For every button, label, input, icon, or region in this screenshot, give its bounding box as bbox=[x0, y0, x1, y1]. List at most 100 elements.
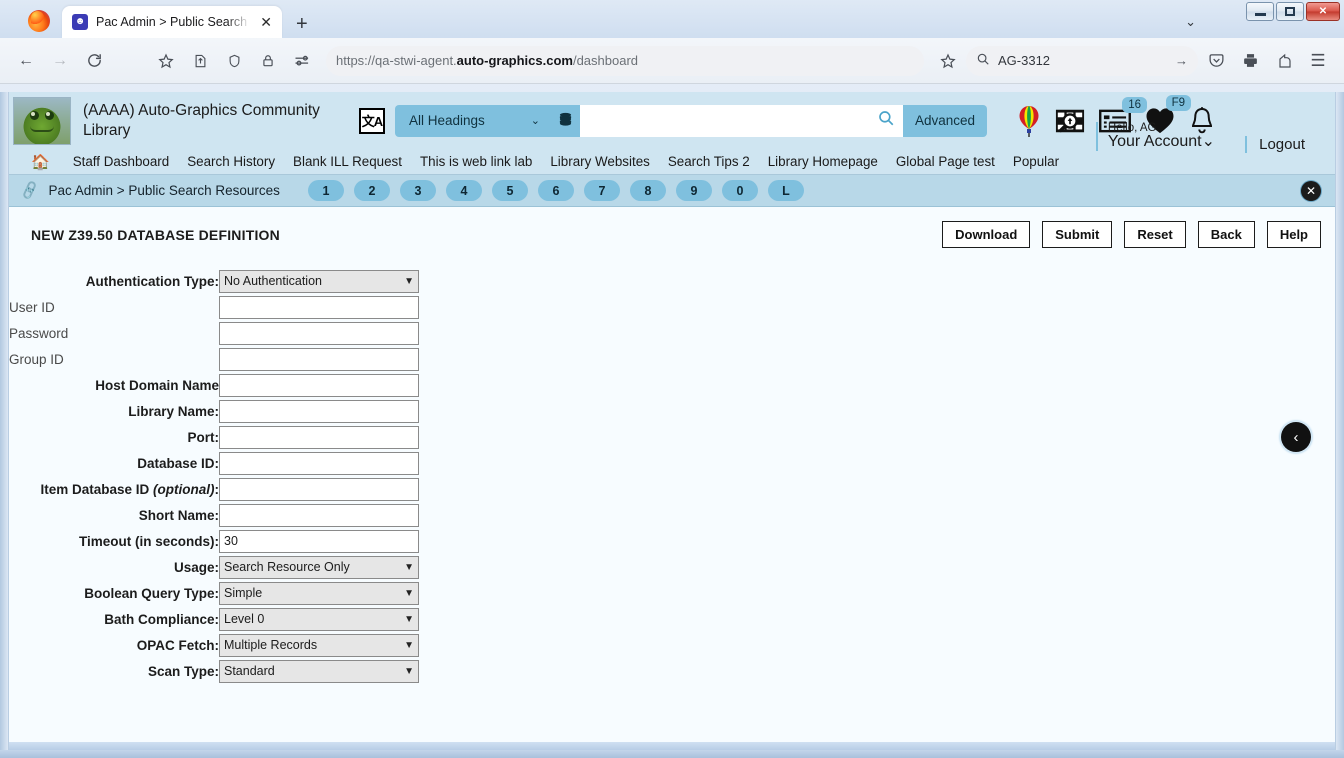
chevron-down-icon: ⌄ bbox=[530, 115, 541, 127]
lock-icon[interactable] bbox=[252, 46, 284, 76]
database-icon[interactable] bbox=[550, 104, 581, 137]
search-input[interactable] bbox=[580, 104, 904, 137]
window-maximize-button[interactable] bbox=[1276, 2, 1304, 21]
your-account-menu[interactable]: Hello, AG Your Account⌄ bbox=[1095, 122, 1215, 151]
new-tab-button[interactable]: + bbox=[296, 14, 308, 34]
page-pill-9[interactable]: 9 bbox=[675, 180, 712, 201]
print-icon[interactable] bbox=[1234, 46, 1266, 76]
page-pill-2[interactable]: 2 bbox=[353, 180, 390, 201]
item-database-id-input[interactable] bbox=[219, 477, 419, 501]
site-permissions-icon[interactable] bbox=[286, 46, 318, 76]
nav-item-search-tips-2[interactable]: Search Tips 2 bbox=[659, 154, 759, 169]
bath-compliance-select[interactable]: Level 0 ▼ bbox=[219, 607, 419, 631]
share-icon[interactable] bbox=[1268, 46, 1300, 76]
tab-favicon-icon: ☻ bbox=[72, 14, 88, 30]
form-row-group-id: Group ID bbox=[9, 346, 424, 372]
page-pill-1[interactable]: 1 bbox=[307, 180, 344, 201]
form-row-boolean-query-type: Boolean Query Type: Simple ▼ bbox=[9, 580, 424, 606]
reset-button[interactable]: Reset bbox=[1124, 221, 1186, 248]
boolean-query-type-select[interactable]: Simple ▼ bbox=[219, 581, 419, 605]
nav-item-library-homepage[interactable]: Library Homepage bbox=[759, 154, 887, 169]
search-magnifier-icon[interactable] bbox=[877, 109, 895, 132]
research-magnifier-icon[interactable] bbox=[1055, 106, 1085, 136]
nav-item-staff-dashboard[interactable]: Staff Dashboard bbox=[64, 154, 179, 169]
page-pill-5[interactable]: 5 bbox=[491, 180, 528, 201]
nav-item-web-link-lab[interactable]: This is web link lab bbox=[411, 154, 541, 169]
page-pill-0[interactable]: 0 bbox=[721, 180, 758, 201]
short-name-input[interactable] bbox=[219, 503, 419, 527]
library-logo-frog-image bbox=[13, 96, 71, 145]
chevron-down-icon: ▼ bbox=[404, 639, 414, 651]
forward-icon[interactable]: → bbox=[44, 46, 76, 76]
nav-item-popular[interactable]: Popular bbox=[1004, 154, 1068, 169]
user-id-input[interactable] bbox=[219, 295, 419, 319]
close-icon[interactable]: ✕ bbox=[1301, 180, 1321, 201]
page-pill-6[interactable]: 6 bbox=[537, 180, 574, 201]
form-row-usage: Usage: Search Resource Only ▼ bbox=[9, 554, 424, 580]
tracking-shield-icon[interactable] bbox=[218, 46, 250, 76]
host-domain-name-input[interactable] bbox=[219, 373, 419, 397]
bookmark-star-icon[interactable] bbox=[150, 46, 182, 76]
search-scope-label: All Headings bbox=[409, 113, 485, 128]
tab-close-icon[interactable]: ✕ bbox=[258, 15, 274, 29]
window-close-button[interactable]: ✕ bbox=[1306, 2, 1340, 21]
collapse-panel-left-chevron-icon[interactable]: ‹ bbox=[1281, 422, 1311, 452]
nav-item-search-history[interactable]: Search History bbox=[178, 154, 284, 169]
database-id-input[interactable] bbox=[219, 451, 419, 475]
download-button[interactable]: Download bbox=[942, 221, 1031, 248]
pocket-icon[interactable] bbox=[1200, 46, 1232, 76]
translate-catalog-icon[interactable]: 文A bbox=[359, 107, 385, 134]
browser-search-value: AG-3312 bbox=[998, 53, 1051, 68]
page-pill-l[interactable]: L bbox=[767, 180, 804, 201]
logout-link[interactable]: Logout bbox=[1245, 136, 1305, 153]
submit-button[interactable]: Submit bbox=[1042, 221, 1113, 248]
browser-tab[interactable]: ☻ Pac Admin > Public Search Res ✕ bbox=[62, 6, 282, 38]
usage-select[interactable]: Search Resource Only ▼ bbox=[219, 555, 419, 579]
authentication-type-select[interactable]: No Authentication ▼ bbox=[219, 269, 419, 293]
page-pill-7[interactable]: 7 bbox=[583, 180, 620, 201]
opac-fetch-select[interactable]: Multiple Records ▼ bbox=[219, 633, 419, 657]
port-input[interactable] bbox=[219, 425, 419, 449]
window-minimize-button[interactable] bbox=[1246, 2, 1274, 21]
password-input[interactable] bbox=[219, 321, 419, 345]
nav-item-library-websites[interactable]: Library Websites bbox=[541, 154, 658, 169]
save-page-icon[interactable] bbox=[184, 46, 216, 76]
form-row-authentication-type: Authentication Type: No Authentication ▼ bbox=[9, 268, 424, 294]
tab-list-chevron-down-icon[interactable]: ⌄ bbox=[1185, 14, 1196, 30]
group-id-input[interactable] bbox=[219, 347, 419, 371]
form-row-short-name: Short Name: bbox=[9, 502, 424, 528]
window-controls: ✕ bbox=[1246, 2, 1340, 21]
action-button-group: Download Submit Reset Back Help bbox=[942, 221, 1321, 248]
advanced-search-button[interactable]: Advanced bbox=[903, 104, 988, 137]
back-button[interactable]: Back bbox=[1197, 221, 1255, 248]
page-bookmark-star-icon[interactable] bbox=[932, 46, 964, 76]
page-pill-3[interactable]: 3 bbox=[399, 180, 436, 201]
my-list-badge: 16 bbox=[1122, 96, 1148, 113]
label-usage: Usage: bbox=[173, 559, 219, 575]
timeout-input[interactable] bbox=[219, 529, 419, 553]
page-pill-4[interactable]: 4 bbox=[445, 180, 482, 201]
menu-icon[interactable]: ☰ bbox=[1302, 46, 1334, 76]
url-bar[interactable]: https://qa-stwi-agent.auto-graphics.com/… bbox=[326, 45, 924, 76]
reload-icon[interactable] bbox=[78, 46, 110, 76]
browser-toolbar: ← → https://qa-stwi-agent.auto-graphics.… bbox=[0, 38, 1344, 84]
browser-search-bar[interactable]: AG-3312 → bbox=[966, 45, 1198, 76]
library-name-input[interactable] bbox=[219, 399, 419, 423]
label-short-name: Short Name: bbox=[138, 507, 219, 523]
nav-item-global-page-test[interactable]: Global Page test bbox=[887, 154, 1004, 169]
home-icon[interactable]: 🏠 bbox=[31, 153, 50, 171]
main-nav: 🏠 Staff Dashboard Search History Blank I… bbox=[9, 149, 1335, 175]
search-scope-dropdown[interactable]: All Headings ⌄ bbox=[395, 104, 551, 137]
chevron-down-icon: ▼ bbox=[404, 587, 414, 599]
help-button[interactable]: Help bbox=[1266, 221, 1321, 248]
scan-type-select[interactable]: Standard ▼ bbox=[219, 659, 419, 683]
balloon-icon[interactable] bbox=[1017, 105, 1041, 137]
nav-item-blank-ill-request[interactable]: Blank ILL Request bbox=[284, 154, 411, 169]
back-icon[interactable]: ← bbox=[10, 46, 42, 76]
search-submit-arrow-icon[interactable]: → bbox=[1175, 53, 1188, 68]
label-timeout: Timeout (in seconds): bbox=[78, 533, 219, 549]
page-pill-8[interactable]: 8 bbox=[629, 180, 666, 201]
page-viewport: (AAAA) Auto-Graphics Community Library 文… bbox=[8, 92, 1336, 750]
favorites-badge: F9 bbox=[1165, 95, 1192, 112]
form-row-host-domain-name: Host Domain Name bbox=[9, 372, 424, 398]
